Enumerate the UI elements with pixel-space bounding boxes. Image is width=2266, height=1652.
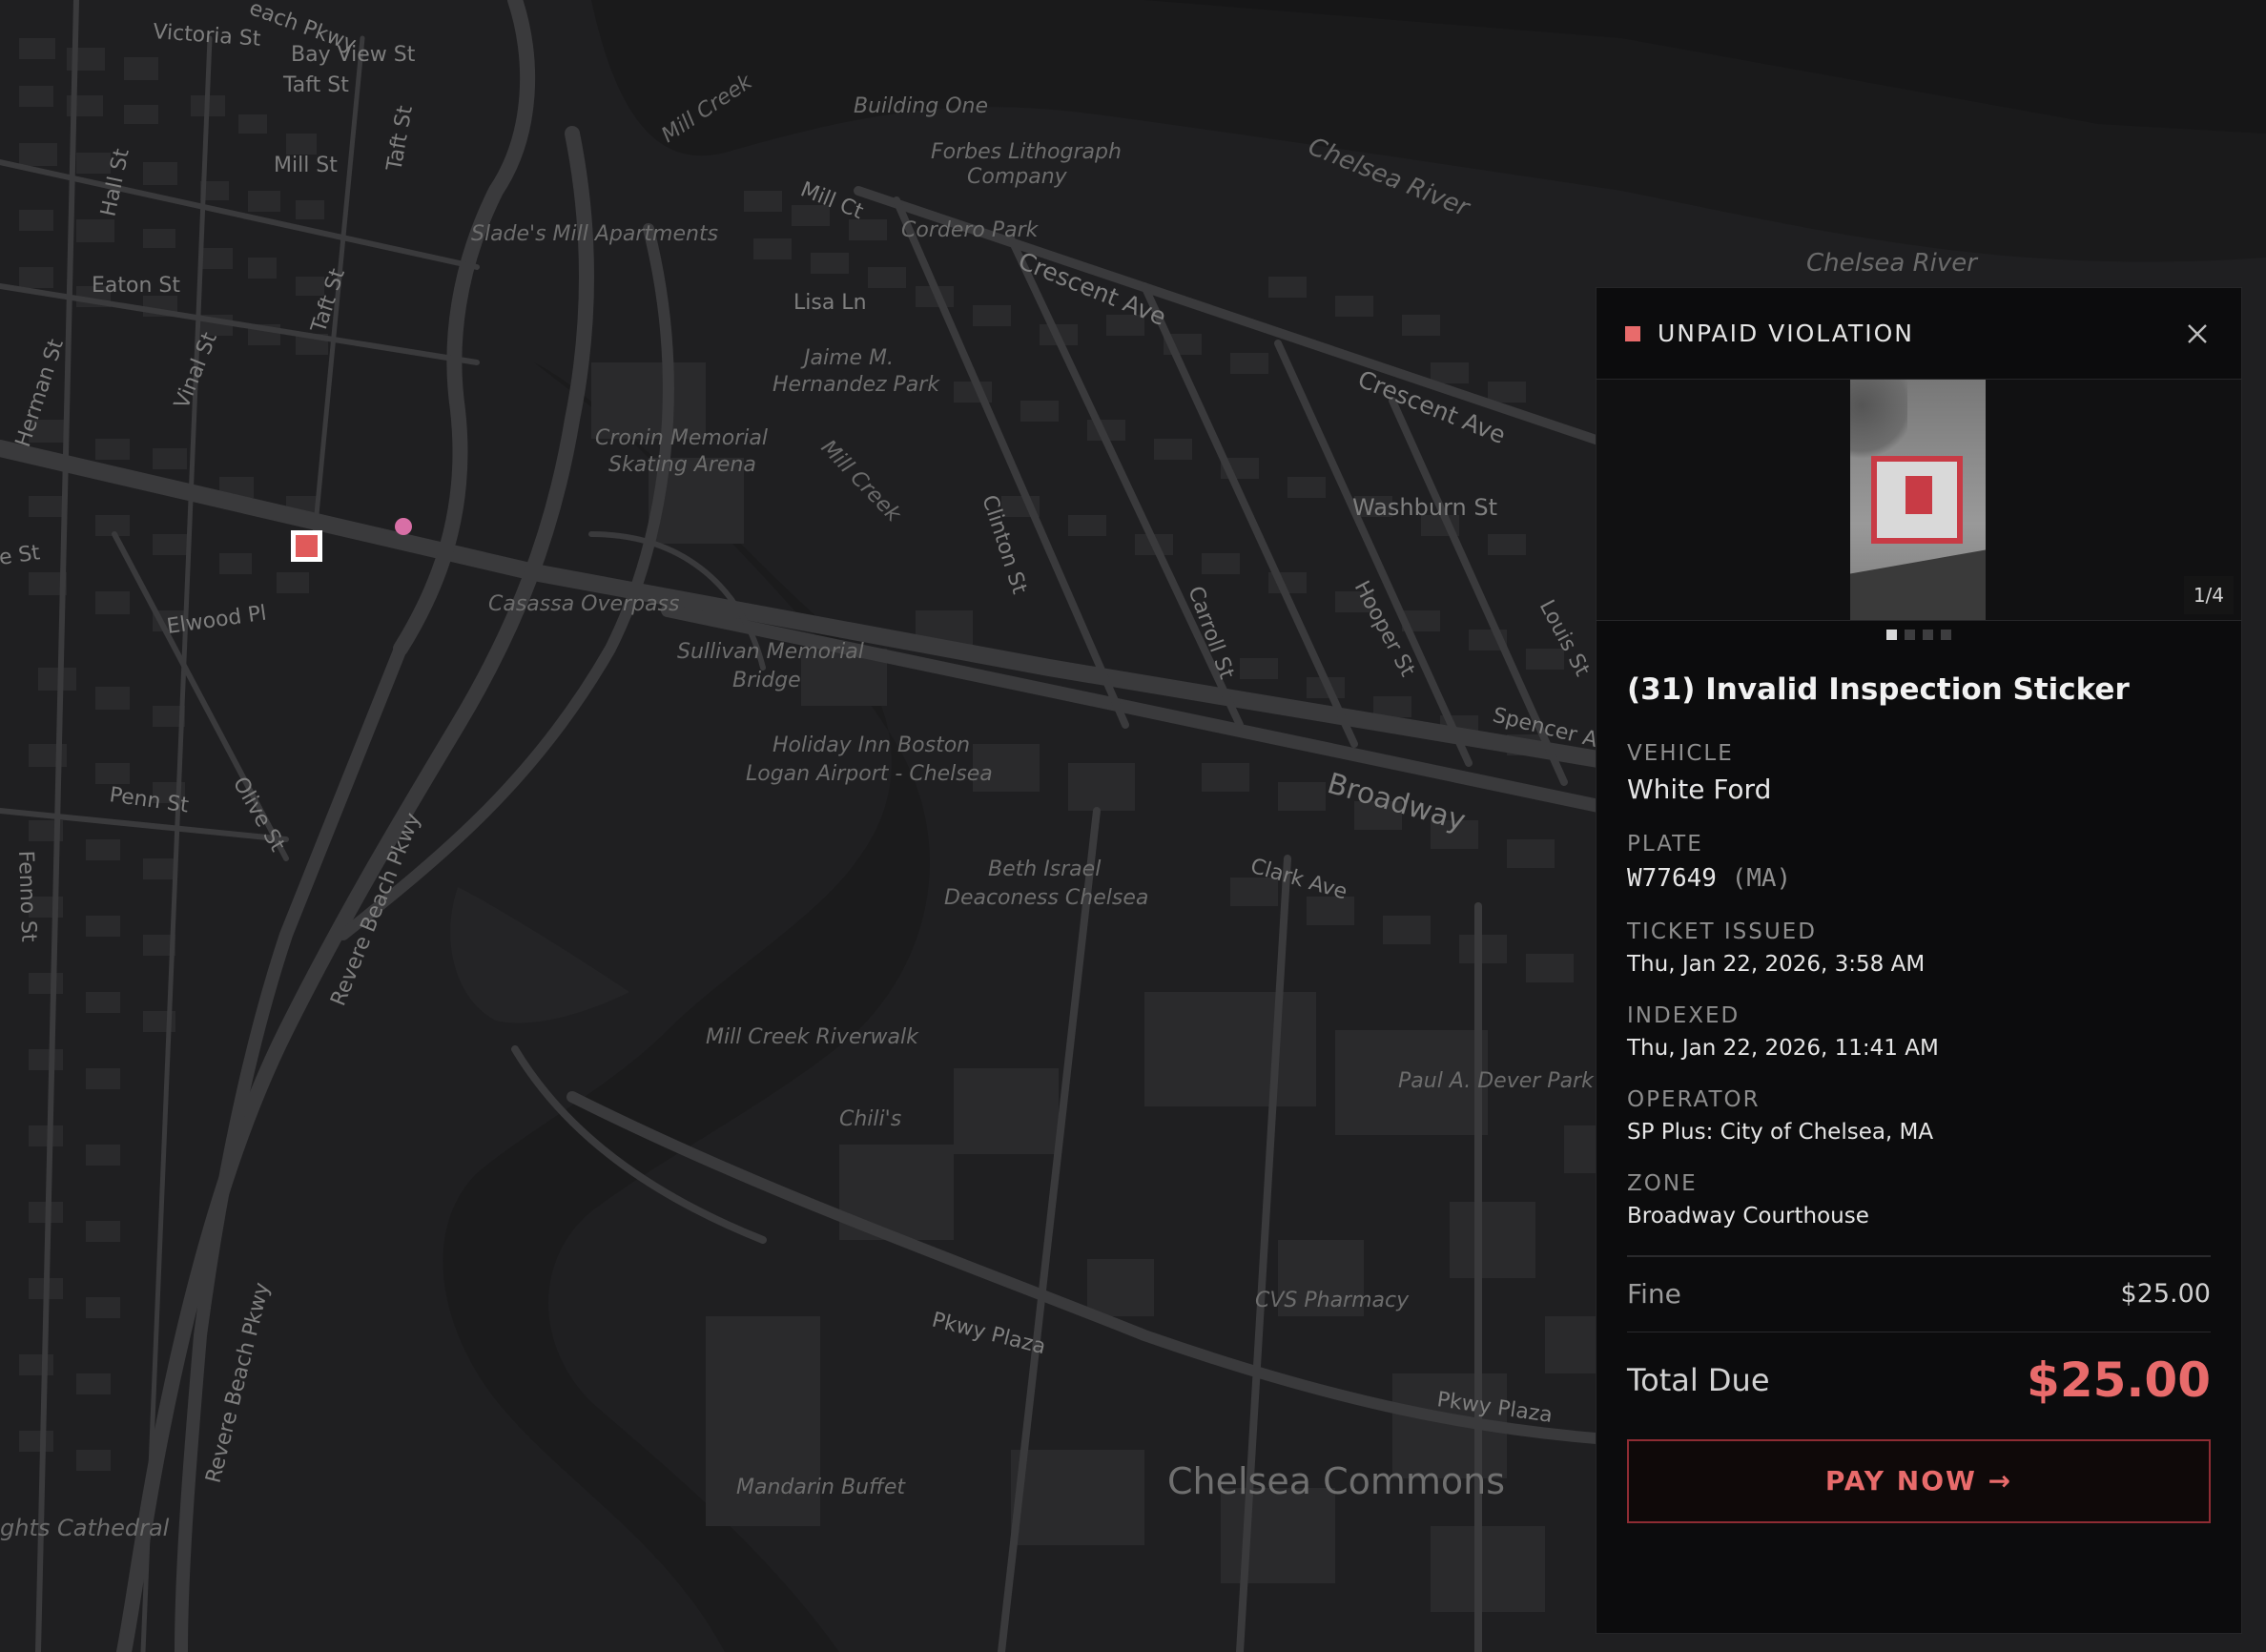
panel-body: (31) Invalid Inspection Sticker VEHICLE …	[1596, 648, 2241, 1523]
violation-panel: UNPAID VIOLATION 1/4 (31) Invalid Inspec…	[1596, 287, 2242, 1634]
label-cronin-2: Skating Arena	[608, 453, 756, 477]
photo-dot-2[interactable]	[1905, 629, 1915, 640]
plate-state: (MA)	[1731, 864, 1792, 893]
label-jaime-1: Jaime M.	[800, 346, 894, 370]
label-jaime-2: Hernandez Park	[772, 373, 940, 397]
photo-pagination	[1596, 621, 2241, 648]
photo-gallery[interactable]: 1/4	[1596, 380, 2241, 621]
photo-dot-3[interactable]	[1923, 629, 1933, 640]
label-chilis: Chili's	[839, 1107, 901, 1131]
panel-header: UNPAID VIOLATION	[1596, 288, 2241, 380]
label-slades: Slade's Mill Apartments	[471, 222, 718, 246]
label-riverwalk: Mill Creek Riverwalk	[706, 1025, 919, 1049]
label-forbes-1: Forbes Lithograph	[931, 140, 1122, 164]
status-indicator	[1625, 325, 1640, 341]
label-beth-2: Deaconess Chelsea	[944, 886, 1148, 910]
photo-dashboard	[1850, 545, 1986, 620]
label-mandarin: Mandarin Buffet	[736, 1476, 906, 1499]
photo-sticker-letter	[1906, 476, 1932, 514]
label-washburn-st: Washburn St	[1352, 494, 1497, 521]
zone-label: ZONE	[1627, 1171, 1698, 1196]
fine-row: Fine $25.00	[1627, 1257, 2211, 1332]
total-amount: $25.00	[2027, 1352, 2211, 1408]
label-forbes-2: Company	[967, 165, 1068, 189]
label-cronin-1: Cronin Memorial	[595, 426, 768, 450]
photo-dot-1[interactable]	[1886, 629, 1897, 640]
label-bay-view-st: Bay View St	[291, 43, 416, 67]
plate-value: W77649 (MA)	[1627, 864, 2211, 893]
indexed-value: Thu, Jan 22, 2026, 11:41 AM	[1627, 1036, 1939, 1061]
label-cordero-park: Cordero Park	[901, 218, 1040, 242]
pay-now-button[interactable]: PAY NOW →	[1627, 1438, 2211, 1523]
plate-label: PLATE	[1627, 832, 1703, 857]
label-chelsea-commons: Chelsea Commons	[1167, 1460, 1505, 1502]
label-fenno-st: Fenno St	[13, 850, 40, 942]
label-sullivan-1: Sullivan Memorial	[677, 640, 864, 664]
violation-photo[interactable]	[1850, 380, 1986, 620]
violation-title: (31) Invalid Inspection Sticker	[1627, 672, 2130, 707]
ticket-issued-value: Thu, Jan 22, 2026, 3:58 AM	[1627, 952, 1926, 977]
fine-amount: $25.00	[2120, 1279, 2211, 1309]
total-label: Total Due	[1627, 1361, 1770, 1398]
label-mill-st: Mill St	[274, 154, 338, 177]
label-cvs: CVS Pharmacy	[1255, 1289, 1410, 1312]
label-chelsea-river-2: Chelsea River	[1806, 249, 1979, 278]
label-casassa: Casassa Overpass	[488, 592, 679, 616]
operator-value: SP Plus: City of Chelsea, MA	[1627, 1120, 1934, 1145]
zone-value: Broadway Courthouse	[1627, 1204, 1869, 1229]
label-holiday-1: Holiday Inn Boston	[772, 733, 970, 757]
label-eaton-st: Eaton St	[92, 274, 180, 298]
total-row: Total Due $25.00	[1627, 1332, 2211, 1428]
label-lisa-ln: Lisa Ln	[793, 291, 867, 315]
close-icon	[2188, 323, 2207, 343]
vehicle-label: VEHICLE	[1627, 741, 1734, 766]
label-holiday-2: Logan Airport - Chelsea	[746, 762, 993, 786]
status-label: UNPAID VIOLATION	[1658, 320, 1914, 347]
operator-label: OPERATOR	[1627, 1087, 1761, 1112]
user-location-marker[interactable]	[395, 518, 412, 535]
plate-number: W77649	[1627, 864, 1717, 893]
fine-label: Fine	[1627, 1278, 1681, 1310]
label-cathedral: ghts Cathedral	[0, 1515, 170, 1541]
photo-tree	[1850, 380, 1907, 465]
ticket-issued-label: TICKET ISSUED	[1627, 919, 1817, 944]
vehicle-value: White Ford	[1627, 774, 1772, 805]
violation-marker[interactable]	[291, 530, 322, 562]
photo-sticker	[1871, 456, 1963, 544]
photo-counter: 1/4	[2183, 576, 2234, 614]
label-beth-1: Beth Israel	[988, 857, 1101, 881]
label-paul-dever: Paul A. Dever Park	[1398, 1069, 1595, 1093]
indexed-label: INDEXED	[1627, 1003, 1741, 1028]
photo-dot-4[interactable]	[1941, 629, 1951, 640]
label-building-one: Building One	[854, 94, 988, 118]
label-sullivan-2: Bridge	[732, 669, 801, 692]
close-button[interactable]	[2182, 319, 2213, 349]
label-taft-st-top: Taft St	[282, 73, 349, 97]
